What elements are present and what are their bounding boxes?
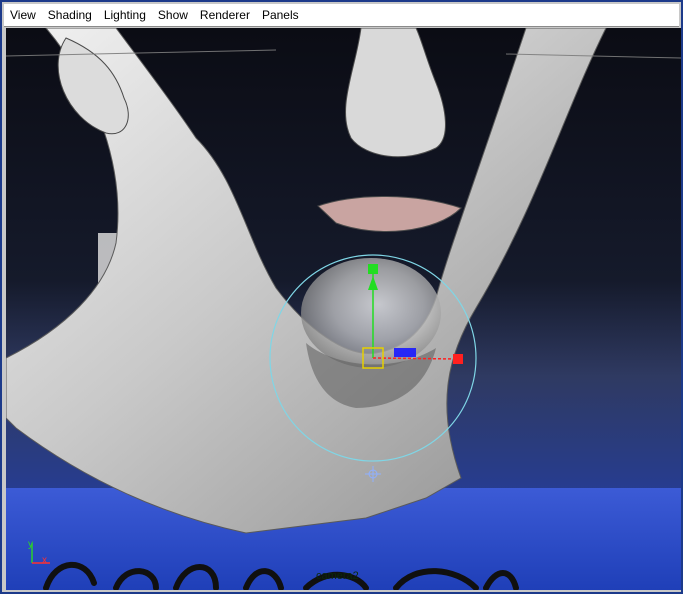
camera-name-label: camera2 [316,570,359,582]
chin-shading [301,258,441,368]
menu-show[interactable]: Show [152,4,194,26]
x-axis-handle[interactable] [372,357,459,360]
axis-y-label: y [28,539,33,550]
viewport-scene[interactable] [6,28,681,590]
z-axis-handle[interactable] [394,348,416,357]
menu-lighting[interactable]: Lighting [98,4,152,26]
panel-menubar: View Shading Lighting Show Renderer Pane… [4,4,679,27]
3d-viewport[interactable]: y x camera2 [6,28,681,590]
menu-renderer[interactable]: Renderer [194,4,256,26]
axis-x-label: x [42,555,47,566]
menu-panels[interactable]: Panels [256,4,305,26]
menu-view[interactable]: View [4,4,42,26]
menu-shading[interactable]: Shading [42,4,98,26]
y-axis-box[interactable] [368,264,378,274]
x-axis-box[interactable] [453,354,463,364]
viewport-window: View Shading Lighting Show Renderer Pane… [0,0,683,594]
